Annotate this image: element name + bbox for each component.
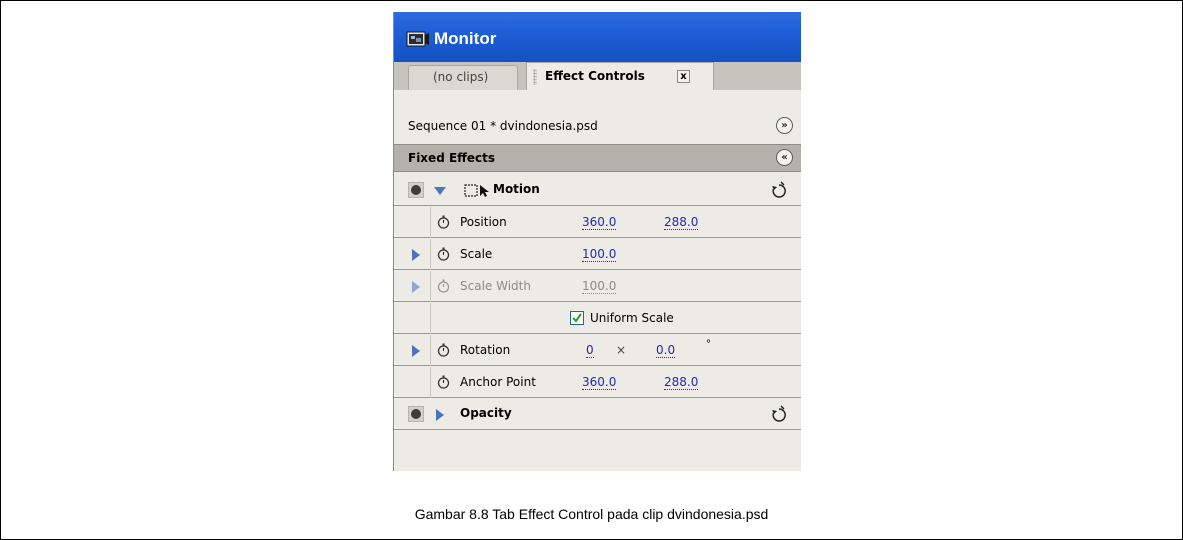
tab-grip-icon[interactable]	[533, 69, 537, 85]
scale-width-stopwatch-icon	[437, 279, 450, 293]
opacity-reset-icon[interactable]	[771, 405, 787, 423]
row-divider	[430, 303, 431, 334]
motion-reset-icon[interactable]	[771, 181, 787, 199]
uniform-scale-label[interactable]: Uniform Scale	[590, 311, 674, 325]
rotation-times-sign: ×	[616, 343, 627, 357]
sequence-row: Sequence 01 * dvindonesia.psd »	[394, 112, 801, 140]
motion-fx-toggle-icon[interactable]	[408, 182, 424, 198]
rotation-label: Rotation	[460, 343, 511, 357]
tab-no-clips-label: (no clips)	[433, 70, 489, 84]
tab-no-clips[interactable]: (no clips)	[408, 65, 518, 90]
position-stopwatch-icon[interactable]	[437, 215, 450, 229]
position-label: Position	[460, 215, 507, 229]
figure-caption: Gambar 8.8 Tab Effect Control pada clip …	[414, 506, 769, 522]
anchor-point-row: Anchor Point 360.0 288.0	[394, 367, 801, 398]
row-divider	[430, 207, 431, 238]
row-divider	[430, 335, 431, 366]
collapse-effects-button[interactable]: «	[776, 149, 793, 166]
opacity-label: Opacity	[460, 406, 512, 420]
title-bar[interactable]: Monitor	[394, 12, 801, 62]
tab-effect-controls-label: Effect Controls	[545, 69, 645, 83]
checkmark-icon	[572, 313, 582, 323]
scale-expand-triangle-icon[interactable]	[412, 249, 420, 261]
fixed-effects-header: Fixed Effects «	[394, 144, 801, 172]
window-title: Monitor	[434, 29, 497, 48]
opacity-fx-toggle-icon[interactable]	[408, 406, 424, 422]
anchor-point-y-value[interactable]: 288.0	[664, 375, 699, 390]
sequence-label: Sequence 01 * dvindonesia.psd	[408, 119, 598, 133]
rotation-turns-value[interactable]: 0	[586, 343, 594, 358]
opacity-expand-triangle-icon[interactable]	[436, 409, 444, 421]
rotation-degrees-value[interactable]: 0.0	[656, 343, 676, 358]
position-y-value[interactable]: 288.0	[664, 215, 699, 230]
row-divider	[430, 239, 431, 270]
tab-effect-controls[interactable]: Effect Controls x	[526, 62, 714, 90]
opacity-row: Opacity	[394, 399, 801, 430]
scale-width-row: Scale Width 100.0	[394, 271, 801, 302]
scale-width-value: 100.0	[582, 279, 617, 294]
motion-row: Motion	[394, 175, 801, 206]
scale-value[interactable]: 100.0	[582, 247, 617, 262]
scale-row: Scale 100.0	[394, 239, 801, 270]
motion-expand-triangle-icon[interactable]	[434, 187, 446, 195]
motion-transform-icon[interactable]	[464, 183, 490, 198]
position-row: Position 360.0 288.0	[394, 207, 801, 238]
motion-label: Motion	[493, 182, 540, 196]
fixed-effects-label: Fixed Effects	[408, 151, 496, 165]
tab-bar: (no clips) Effect Controls x	[394, 62, 801, 90]
scale-width-label: Scale Width	[460, 279, 531, 293]
row-divider	[430, 367, 431, 398]
uniform-scale-checkbox[interactable]	[570, 311, 584, 325]
monitor-app-icon	[406, 31, 429, 47]
anchor-point-x-value[interactable]: 360.0	[582, 375, 617, 390]
position-x-value[interactable]: 360.0	[582, 215, 617, 230]
scale-stopwatch-icon[interactable]	[437, 247, 450, 261]
rotation-expand-triangle-icon[interactable]	[412, 345, 420, 357]
anchor-point-stopwatch-icon[interactable]	[437, 375, 450, 389]
row-divider	[430, 271, 431, 302]
scale-label: Scale	[460, 247, 493, 261]
rotation-degree-unit: °	[706, 339, 711, 350]
show-timeline-button[interactable]: »	[776, 117, 793, 134]
scale-width-expand-triangle-icon[interactable]	[412, 281, 420, 293]
monitor-panel: Monitor (no clips) Effect Controls x Seq…	[393, 12, 801, 471]
rotation-row: Rotation 0 × 0.0 °	[394, 335, 801, 366]
tab-close-button[interactable]: x	[677, 70, 690, 83]
rotation-stopwatch-icon[interactable]	[437, 343, 450, 357]
uniform-scale-row: Uniform Scale	[394, 303, 801, 334]
anchor-point-label: Anchor Point	[460, 375, 536, 389]
